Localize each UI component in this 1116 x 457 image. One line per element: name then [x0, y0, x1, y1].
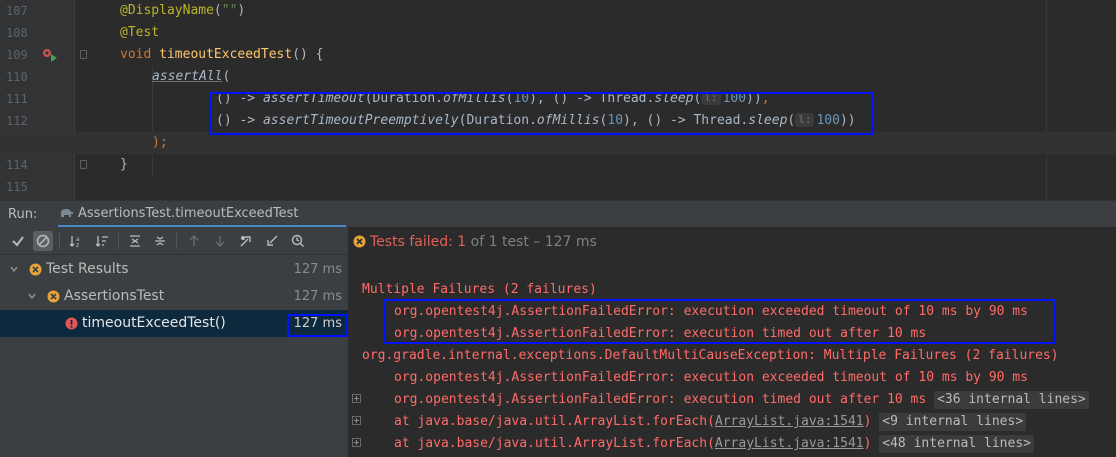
console-line: at java.base/java.util.ArrayList.forEach…: [394, 433, 1034, 455]
console-line: org.opentest4j.AssertionFailedError: exe…: [394, 389, 1089, 411]
code-editor[interactable]: 107 108 109 110 111 112 113 114 115 @Dis…: [0, 0, 1116, 200]
import-results-button[interactable]: [262, 231, 282, 251]
highlight-box-errors: [384, 299, 1056, 344]
test-duration: 127 ms: [293, 262, 342, 277]
code-line-107: @DisplayName(""): [120, 3, 246, 18]
toolbar-separator: [118, 233, 119, 249]
test-history-button[interactable]: [288, 231, 308, 251]
test-summary: Tests failed: 1 of 1 test – 127 ms: [370, 234, 597, 250]
test-failed-icon: [29, 263, 42, 276]
internal-lines-fold[interactable]: <48 internal lines>: [879, 435, 1034, 453]
import-icon: [267, 235, 278, 246]
next-failed-icon: [215, 236, 225, 247]
console-output[interactable]: Multiple Failures (2 failures) org.opent…: [349, 257, 1116, 457]
svg-text:z: z: [76, 242, 79, 248]
console-line: org.opentest4j.AssertionFailedError: exe…: [394, 370, 1028, 385]
console-line: at java.base/java.util.ArrayList.forEach…: [394, 411, 1027, 433]
internal-lines-fold[interactable]: <36 internal lines>: [934, 391, 1089, 409]
previous-failed-test-button[interactable]: [184, 231, 204, 251]
run-tab-title: AssertionsTest.timeoutExceedTest: [78, 206, 299, 221]
sort-duration-icon: [95, 236, 108, 247]
tree-label: timeoutExceedTest(): [82, 315, 226, 331]
source-link[interactable]: ArrayList.java:1541: [715, 414, 864, 429]
run-tab[interactable]: AssertionsTest.timeoutExceedTest: [58, 201, 346, 228]
toolbar-separator: [59, 233, 60, 249]
collapse-all-button[interactable]: [150, 231, 170, 251]
expand-all-button[interactable]: [125, 231, 145, 251]
code-line-110: assertAll(: [152, 69, 231, 84]
history-icon: [291, 234, 304, 247]
prev-failed-icon: [189, 235, 199, 246]
source-link[interactable]: ArrayList.java:1541: [715, 436, 864, 451]
highlight-box-duration: [287, 314, 347, 337]
tree-row-assertions-test[interactable]: AssertionsTest 127 ms: [0, 283, 348, 310]
tree-row-test-results[interactable]: Test Results 127 ms: [0, 256, 348, 283]
next-failed-test-button[interactable]: [210, 231, 230, 251]
tree-label: AssertionsTest: [64, 288, 165, 304]
toolbar-separator: [176, 233, 177, 249]
code-line-109: void timeoutExceedTest() {: [120, 47, 324, 62]
export-icon: [240, 236, 251, 247]
run-tool-window-header: Run: AssertionsTest.timeoutExceedTest: [0, 200, 1116, 228]
expand-stacktrace-icon[interactable]: [352, 416, 361, 425]
test-duration: 127 ms: [293, 289, 342, 304]
run-label: Run:: [8, 207, 38, 222]
chevron-down-icon[interactable]: [10, 265, 18, 273]
show-ignored-button[interactable]: [33, 231, 53, 251]
sort-alphabetically-button[interactable]: az: [66, 231, 86, 251]
console-line: org.gradle.internal.exceptions.DefaultMu…: [362, 348, 1059, 363]
highlight-box-code: [209, 92, 873, 135]
expand-all-icon: [130, 235, 140, 247]
test-failed-icon: [47, 290, 60, 303]
sort-by-duration-button[interactable]: [92, 231, 112, 251]
code-line-114: }: [120, 157, 128, 172]
test-error-icon: [65, 317, 78, 330]
gradle-elephant-icon: [61, 209, 73, 217]
collapse-all-icon: [155, 236, 165, 246]
code-line-113: );: [0, 132, 1116, 154]
internal-lines-fold[interactable]: <9 internal lines>: [879, 413, 1027, 431]
test-failed-icon: [353, 235, 366, 248]
chevron-down-icon[interactable]: [28, 292, 36, 300]
test-runner-toolbar: az: [0, 227, 348, 255]
sort-alpha-icon: az: [69, 236, 80, 248]
test-status-bar: Tests failed: 1 of 1 test – 127 ms: [349, 227, 1116, 257]
test-results-tree: Test Results 127 ms AssertionsTest 127 m…: [0, 255, 348, 457]
export-results-button[interactable]: [236, 231, 256, 251]
console-line: Multiple Failures (2 failures): [362, 282, 597, 297]
expand-stacktrace-icon[interactable]: [352, 394, 361, 403]
expand-stacktrace-icon[interactable]: [352, 438, 361, 447]
stop-icon: [36, 234, 50, 248]
show-passed-button[interactable]: [8, 231, 28, 251]
tree-label: Test Results: [46, 261, 129, 277]
code-line-108: @Test: [120, 25, 160, 40]
check-icon: [12, 236, 24, 247]
